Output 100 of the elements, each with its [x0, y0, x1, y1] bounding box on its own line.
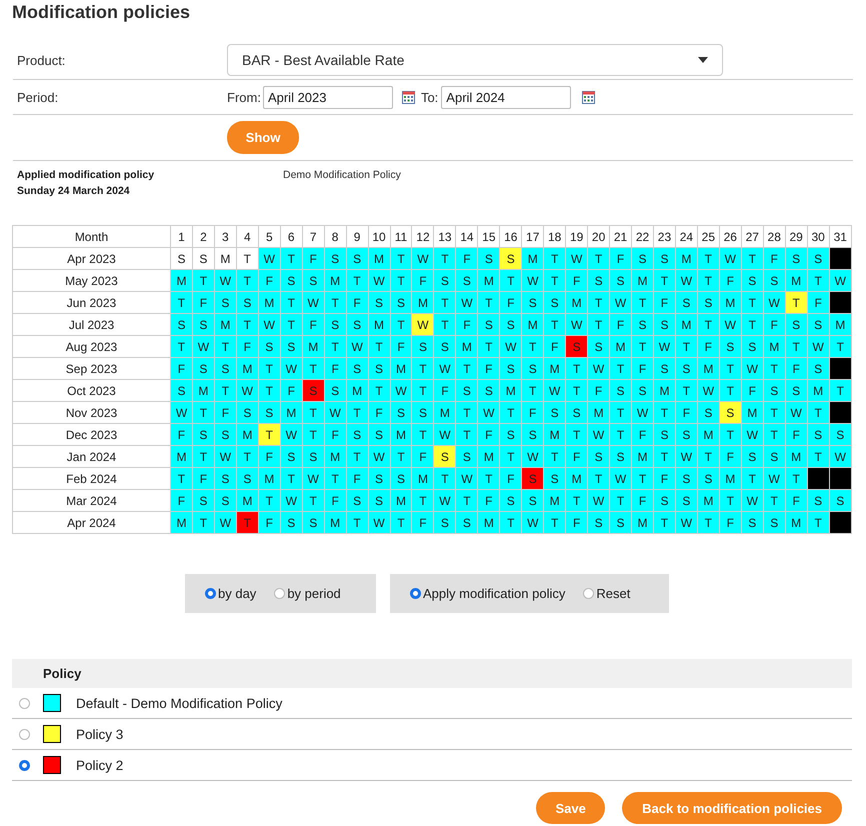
day-cell[interactable]: F [763, 248, 786, 270]
day-cell[interactable]: S [807, 358, 830, 380]
day-cell[interactable]: F [434, 380, 456, 402]
day-cell[interactable]: M [412, 292, 434, 314]
day-cell[interactable]: T [675, 380, 698, 402]
day-cell[interactable]: W [653, 336, 676, 358]
day-cell[interactable]: T [719, 380, 742, 402]
day-cell[interactable]: S [500, 248, 522, 270]
day-cell[interactable]: M [214, 248, 236, 270]
day-cell[interactable]: W [610, 292, 632, 314]
day-cell[interactable]: T [741, 248, 764, 270]
day-cell[interactable]: M [478, 270, 500, 292]
day-cell[interactable]: F [544, 336, 566, 358]
day-cell[interactable]: W [829, 270, 852, 292]
day-cell[interactable]: M [192, 380, 214, 402]
day-cell[interactable]: F [412, 270, 434, 292]
day-cell[interactable]: F [302, 248, 324, 270]
day-cell[interactable]: S [214, 358, 236, 380]
day-cell[interactable]: M [170, 512, 192, 534]
day-cell[interactable]: W [368, 270, 390, 292]
day-cell[interactable]: S [807, 314, 830, 336]
day-cell[interactable]: T [324, 336, 346, 358]
day-cell[interactable]: F [653, 468, 676, 490]
day-cell[interactable]: S [324, 248, 346, 270]
from-date-field[interactable]: April 2023 [262, 86, 393, 108]
day-cell[interactable]: M [741, 402, 764, 424]
day-cell[interactable]: T [610, 358, 632, 380]
day-cell[interactable]: T [500, 402, 522, 424]
day-cell[interactable]: S [763, 380, 786, 402]
day-cell[interactable]: S [675, 490, 698, 512]
day-cell[interactable]: F [258, 446, 280, 468]
radio-label[interactable]: Reset [596, 586, 630, 601]
day-cell[interactable]: M [588, 402, 610, 424]
day-cell[interactable]: M [632, 446, 654, 468]
day-cell[interactable]: S [302, 380, 324, 402]
day-cell[interactable]: M [610, 336, 632, 358]
day-cell[interactable]: F [785, 490, 808, 512]
day-cell[interactable]: T [456, 490, 478, 512]
day-cell[interactable]: T [588, 314, 610, 336]
day-cell[interactable]: M [390, 424, 412, 446]
day-cell[interactable]: M [544, 424, 566, 446]
day-cell[interactable]: S [610, 270, 632, 292]
day-cell[interactable]: F [170, 490, 192, 512]
day-cell[interactable]: T [346, 512, 368, 534]
day-cell[interactable]: W [566, 314, 588, 336]
day-cell[interactable]: S [500, 314, 522, 336]
day-cell[interactable]: T [807, 270, 830, 292]
day-cell[interactable]: M [500, 380, 522, 402]
day-cell[interactable]: S [280, 512, 302, 534]
day-cell[interactable]: T [697, 446, 720, 468]
day-cell[interactable]: F [478, 358, 500, 380]
day-cell[interactable]: T [368, 380, 390, 402]
day-cell[interactable]: S [763, 270, 786, 292]
day-cell[interactable]: T [214, 336, 236, 358]
radio-label[interactable]: by day [218, 586, 256, 601]
day-cell[interactable]: S [632, 314, 654, 336]
day-cell[interactable]: S [522, 292, 544, 314]
day-cell[interactable]: S [632, 248, 654, 270]
day-cell[interactable]: M [566, 292, 588, 314]
day-cell[interactable]: F [456, 248, 478, 270]
day-cell[interactable]: F [807, 292, 830, 314]
day-cell[interactable]: T [741, 468, 764, 490]
day-cell[interactable]: T [258, 490, 280, 512]
day-cell[interactable]: S [258, 336, 280, 358]
day-cell[interactable]: F [324, 358, 346, 380]
day-cell[interactable]: M [456, 336, 478, 358]
day-cell[interactable]: S [456, 446, 478, 468]
day-cell[interactable]: M [478, 512, 500, 534]
day-cell[interactable]: F [588, 380, 610, 402]
day-cell[interactable]: M [280, 402, 302, 424]
day-cell[interactable]: M [236, 424, 258, 446]
day-cell[interactable]: S [500, 490, 522, 512]
day-cell[interactable]: T [192, 512, 214, 534]
day-cell[interactable]: S [368, 424, 390, 446]
day-cell[interactable]: T [236, 248, 258, 270]
day-cell[interactable]: T [763, 490, 786, 512]
day-cell[interactable]: T [697, 248, 720, 270]
day-cell[interactable]: T [434, 314, 456, 336]
day-cell[interactable]: T [500, 512, 522, 534]
day-cell[interactable]: T [741, 292, 764, 314]
day-cell[interactable]: M [522, 314, 544, 336]
day-cell[interactable]: T [719, 358, 742, 380]
day-cell[interactable]: F [478, 490, 500, 512]
day-cell[interactable]: T [632, 336, 654, 358]
day-cell[interactable]: T [544, 248, 566, 270]
day-cell[interactable]: M [434, 402, 456, 424]
day-cell[interactable]: T [741, 314, 764, 336]
day-cell[interactable]: S [807, 248, 830, 270]
day-cell[interactable]: W [456, 468, 478, 490]
day-cell[interactable]: M [675, 248, 698, 270]
day-cell[interactable]: T [697, 314, 720, 336]
day-cell[interactable]: S [697, 292, 720, 314]
day-cell[interactable]: S [566, 336, 588, 358]
day-cell[interactable]: S [192, 314, 214, 336]
day-cell[interactable]: S [478, 380, 500, 402]
day-cell[interactable]: W [170, 402, 192, 424]
day-cell[interactable]: M [829, 314, 852, 336]
day-cell[interactable]: T [236, 314, 258, 336]
day-cell[interactable]: S [610, 380, 632, 402]
day-cell[interactable]: T [434, 248, 456, 270]
